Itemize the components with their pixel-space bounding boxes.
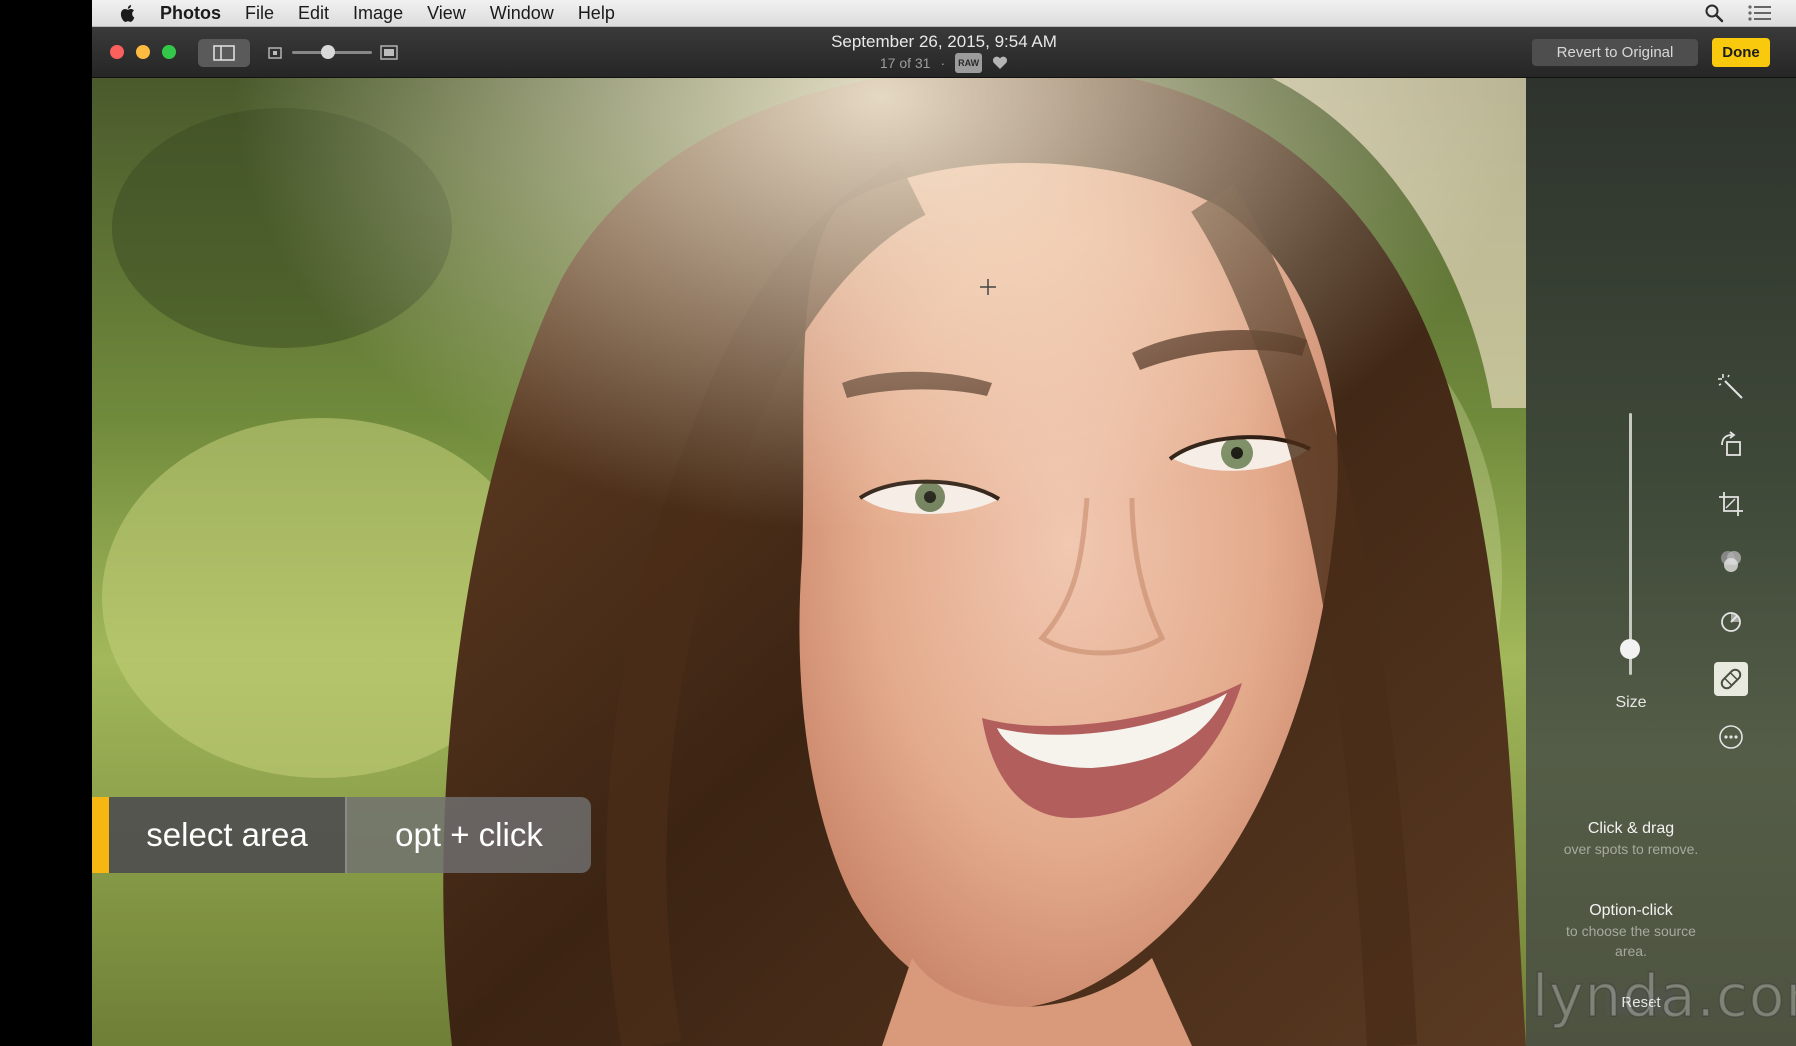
caption-select-area: select area	[109, 797, 347, 873]
caption-opt-click: opt + click	[347, 797, 591, 873]
menu-file[interactable]: File	[245, 3, 274, 24]
revert-to-original-button[interactable]: Revert to Original	[1532, 39, 1698, 66]
screen: Photos File Edit Image View Window Help	[92, 0, 1796, 1046]
crop-icon	[1719, 492, 1743, 516]
portrait-photo	[92, 78, 1526, 1046]
help-text: to choose the source area.	[1566, 923, 1696, 959]
shortcut-caption: select area opt + click	[109, 797, 591, 873]
tool-enhance[interactable]	[1714, 370, 1748, 404]
extensions-icon	[1719, 725, 1743, 749]
size-slider-knob[interactable]	[1620, 638, 1640, 659]
spotlight-search-icon[interactable]	[1704, 3, 1724, 23]
separator-dot: ·	[940, 55, 946, 71]
menu-image[interactable]: Image	[353, 3, 403, 24]
lynda-watermark: lynda.com	[1531, 961, 1796, 1031]
help-option-click: Option-click to choose the source area.	[1556, 900, 1706, 961]
menu-help[interactable]: Help	[578, 3, 615, 24]
menu-view[interactable]: View	[427, 3, 466, 24]
filters-icon	[1721, 551, 1741, 572]
tool-rotate[interactable]	[1714, 428, 1748, 462]
size-label: Size	[1615, 694, 1647, 711]
retouch-bandage-icon	[1720, 668, 1742, 690]
tool-filters[interactable]	[1714, 545, 1748, 579]
photo-position: 17 of 31	[879, 55, 931, 71]
apple-icon[interactable]	[118, 3, 138, 23]
edit-tools-panel: Size Click & drag over spots to remove. …	[1526, 78, 1796, 1046]
enhance-icon	[1718, 374, 1743, 399]
help-title: Click & drag	[1587, 820, 1675, 837]
tool-extensions[interactable]	[1714, 720, 1748, 754]
help-text: over spots to remove.	[1563, 841, 1699, 857]
rotate-icon	[1721, 431, 1741, 456]
window-toolbar: September 26, 2015, 9:54 AM 17 of 31 · R…	[92, 27, 1796, 78]
help-click-drag: Click & drag over spots to remove.	[1556, 818, 1706, 859]
size-slider-track[interactable]	[1629, 413, 1632, 675]
tool-adjust[interactable]	[1714, 604, 1748, 638]
menu-edit[interactable]: Edit	[298, 3, 329, 24]
notification-center-icon[interactable]	[1748, 4, 1772, 22]
adjust-icon	[1721, 612, 1741, 632]
heart-icon[interactable]	[992, 56, 1008, 70]
tool-crop[interactable]	[1714, 487, 1748, 521]
done-button[interactable]: Done	[1712, 38, 1770, 67]
menu-bar: Photos File Edit Image View Window Help	[92, 0, 1796, 27]
photo-canvas[interactable]	[92, 78, 1526, 1046]
help-title: Option-click	[1589, 902, 1673, 919]
menu-window[interactable]: Window	[490, 3, 554, 24]
menu-app-photos[interactable]: Photos	[160, 3, 221, 24]
raw-badge: RAW	[955, 53, 983, 73]
caption-accent-bar	[92, 797, 109, 873]
tool-retouch[interactable]	[1714, 662, 1748, 696]
